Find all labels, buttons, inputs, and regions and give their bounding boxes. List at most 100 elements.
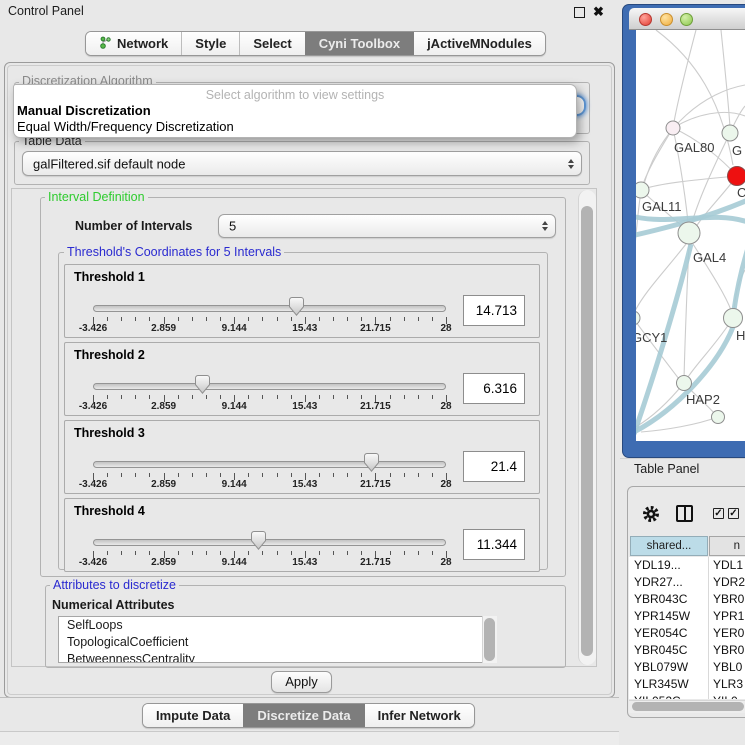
cell-name[interactable]: YDL1 [713,557,743,574]
cell-name[interactable]: YIL0 [713,693,738,699]
network-node[interactable] [636,182,649,198]
column-header-name[interactable]: n [709,536,745,556]
table-row[interactable]: YDR27... YDR2 [629,574,745,591]
tab-discretize-data[interactable]: Discretize Data [243,704,363,727]
zoom-traffic-light-icon[interactable] [680,13,693,26]
tick-label: 2.859 [139,323,189,334]
cell-name[interactable]: YER0 [713,625,744,642]
cell-shared-name[interactable]: YDL19... [634,557,681,574]
attributes-scrollbar-thumb[interactable] [484,618,495,661]
close-icon[interactable]: ✖ [593,4,604,20]
table-panel-title: Table Panel [634,462,699,476]
tab-impute-data[interactable]: Impute Data [143,704,243,727]
network-node-label: GAL4 [693,250,726,265]
minimize-traffic-light-icon[interactable] [660,13,673,26]
cell-name[interactable]: YBR0 [713,642,744,659]
table-row[interactable]: YER054C YER0 [629,625,745,642]
settings-gear-icon[interactable] [641,504,661,529]
slider-track[interactable] [93,305,446,312]
network-node[interactable] [712,411,725,424]
tab-select[interactable]: Select [239,32,304,55]
attribute-item-topologicalcoefficient[interactable]: TopologicalCoefficient [59,634,496,651]
apply-button[interactable]: Apply [271,671,332,693]
cell-name[interactable]: YPR1 [713,608,744,625]
combo-stepper-icon[interactable] [542,221,548,231]
numerical-attributes-list[interactable]: SelfLoopsTopologicalCoefficientBetweenne… [58,616,497,663]
minor-tick [206,317,207,321]
network-node[interactable] [722,125,738,141]
network-node[interactable] [666,121,680,135]
threshold-value-field[interactable]: 11.344 [463,529,525,560]
algorithm-option-manual-discretization[interactable]: Manual Discretization [17,103,151,118]
column-header-shared-name[interactable]: shared... [630,536,708,556]
network-node[interactable] [728,167,745,186]
num-intervals-combobox[interactable]: 5 [218,214,556,238]
network-node[interactable] [636,311,640,325]
cell-shared-name[interactable]: YBR045C [634,642,687,659]
threshold-value-field[interactable]: 14.713 [463,295,525,326]
cell-shared-name[interactable]: YBR043C [634,591,687,608]
cell-shared-name[interactable]: YER054C [634,625,687,642]
slider-handle[interactable] [251,531,266,550]
minor-tick [121,395,122,399]
split-columns-icon[interactable] [676,505,693,522]
slider-track[interactable] [93,383,446,390]
cell-name[interactable]: YBL0 [713,659,742,676]
tab-infer-network[interactable]: Infer Network [364,704,474,727]
slider-handle[interactable] [289,297,304,316]
minor-tick [277,317,278,321]
minor-tick [277,551,278,555]
cell-name[interactable]: YDR2 [713,574,745,591]
cell-shared-name[interactable]: YDR27... [634,574,683,591]
tab-network[interactable]: Network [86,32,181,55]
table-row[interactable]: YPR145W YPR1 [629,608,745,625]
main-scrollbar-thumb[interactable] [581,206,593,656]
tab-jactivemnodules[interactable]: jActiveMNodules [413,32,545,55]
slider-handle[interactable] [195,375,210,394]
threshold-value-field[interactable]: 6.316 [463,373,525,404]
cell-shared-name[interactable]: YLR345W [634,676,689,693]
table-row[interactable]: YIL052C YIL0 [629,693,745,699]
tab-cyni-toolbox[interactable]: Cyni Toolbox [305,32,413,55]
minor-tick [220,317,221,321]
network-node[interactable] [724,309,743,328]
combo-stepper-icon[interactable] [568,159,574,169]
cell-shared-name[interactable]: YPR145W [634,608,690,625]
table-data-combobox[interactable]: galFiltered.sif default node [22,151,582,176]
table-row[interactable]: YBL079W YBL0 [629,659,745,676]
attribute-item-betweennesscentrality[interactable]: BetweennessCentrality [59,651,496,663]
threshold-value-field[interactable]: 21.4 [463,451,525,482]
tick-label: -3.426 [68,557,118,568]
cell-name[interactable]: YLR3 [713,676,743,693]
tab-style[interactable]: Style [181,32,239,55]
network-node-label: H [736,328,745,343]
table-row[interactable]: YBR043C YBR0 [629,591,745,608]
algorithm-option-equal-width-frequency-discretization[interactable]: Equal Width/Frequency Discretization [17,119,234,134]
table-row[interactable]: YLR345W YLR3 [629,676,745,693]
network-canvas[interactable]: GAL80GGAL11CGAL4GCY1HHAP2 [636,30,745,441]
cell-shared-name[interactable]: YBL079W [634,659,688,676]
table-row[interactable]: YBR045C YBR0 [629,642,745,659]
slider-track[interactable] [93,461,446,468]
threshold-panel-4: Threshold 4-3.4262.8599.14415.4321.71528… [64,498,540,572]
minor-tick [432,551,433,555]
tick-label: 9.144 [209,323,259,334]
float-window-icon[interactable] [574,7,585,18]
attribute-item-selfloops[interactable]: SelfLoops [59,617,496,634]
network-node[interactable] [678,222,700,244]
minor-tick [248,551,249,555]
select-checkbox-icon[interactable]: ✓ [728,508,739,519]
slider-track[interactable] [93,539,446,546]
minor-tick [248,317,249,321]
cell-name[interactable]: YBR0 [713,591,744,608]
close-traffic-light-icon[interactable] [639,13,652,26]
table-row[interactable]: YDL19... YDL1 [629,557,745,574]
tick-label: 15.43 [280,479,330,490]
table-hscrollbar-thumb[interactable] [632,702,744,711]
slider-handle[interactable] [364,453,379,472]
tab-label: Infer Network [378,708,461,723]
network-node[interactable] [677,376,692,391]
cell-shared-name[interactable]: YIL052C [634,693,681,699]
minor-tick [220,395,221,399]
select-checkbox-icon[interactable]: ✓ [713,508,724,519]
